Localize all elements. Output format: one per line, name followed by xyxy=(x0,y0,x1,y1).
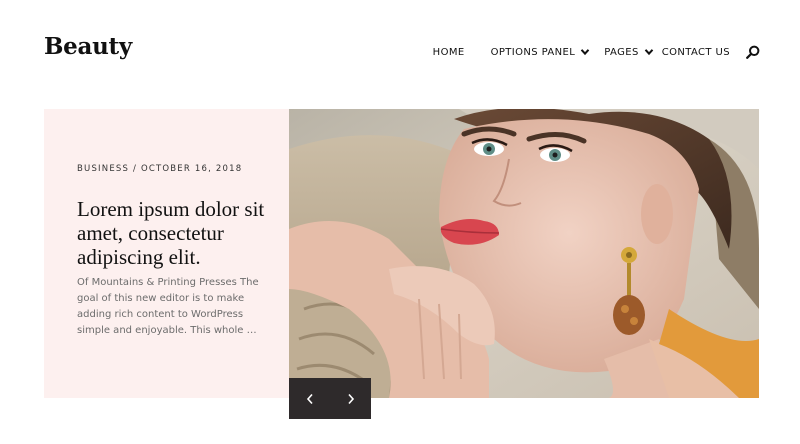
post-excerpt: Of Mountains & Printing Presses The goal… xyxy=(77,277,259,336)
featured-slider: BUSINESS / OCTOBER 16, 2018 Lorem ipsum … xyxy=(44,109,759,398)
main-nav: HOME OPTIONS PANEL PAGES CONTACT US xyxy=(433,44,760,60)
next-slide-button[interactable] xyxy=(330,378,371,419)
slider-controls xyxy=(289,378,371,419)
nav-item-label: OPTIONS PANEL xyxy=(490,46,576,58)
chevron-left-icon xyxy=(306,393,313,404)
nav-item-options-panel[interactable]: OPTIONS PANEL xyxy=(491,47,591,58)
nav-item-label: PAGES xyxy=(604,46,639,58)
meta-separator: / xyxy=(132,164,138,174)
nav-item-label: HOME xyxy=(432,46,465,58)
post-date: OCTOBER 16, 2018 xyxy=(140,164,243,174)
post-category[interactable]: BUSINESS xyxy=(77,164,129,174)
nav-item-pages[interactable]: PAGES xyxy=(604,47,653,58)
post-meta: BUSINESS / OCTOBER 16, 2018 xyxy=(77,164,242,174)
slide-card: BUSINESS / OCTOBER 16, 2018 Lorem ipsum … xyxy=(44,109,289,398)
chevron-right-icon xyxy=(347,393,354,404)
search-icon[interactable] xyxy=(746,45,760,59)
prev-slide-button[interactable] xyxy=(289,378,330,419)
portrait-photo[interactable] xyxy=(289,109,759,398)
chevron-down-icon xyxy=(580,49,590,56)
site-logo[interactable]: Beauty xyxy=(44,33,132,60)
nav-item-home[interactable]: HOME xyxy=(433,47,465,58)
post-title[interactable]: Lorem ipsum dolor sit amet, consectetur … xyxy=(77,197,277,269)
nav-item-contact-us[interactable]: CONTACT US xyxy=(662,47,730,58)
chevron-down-icon xyxy=(644,49,653,56)
nav-item-label: CONTACT US xyxy=(661,46,730,58)
